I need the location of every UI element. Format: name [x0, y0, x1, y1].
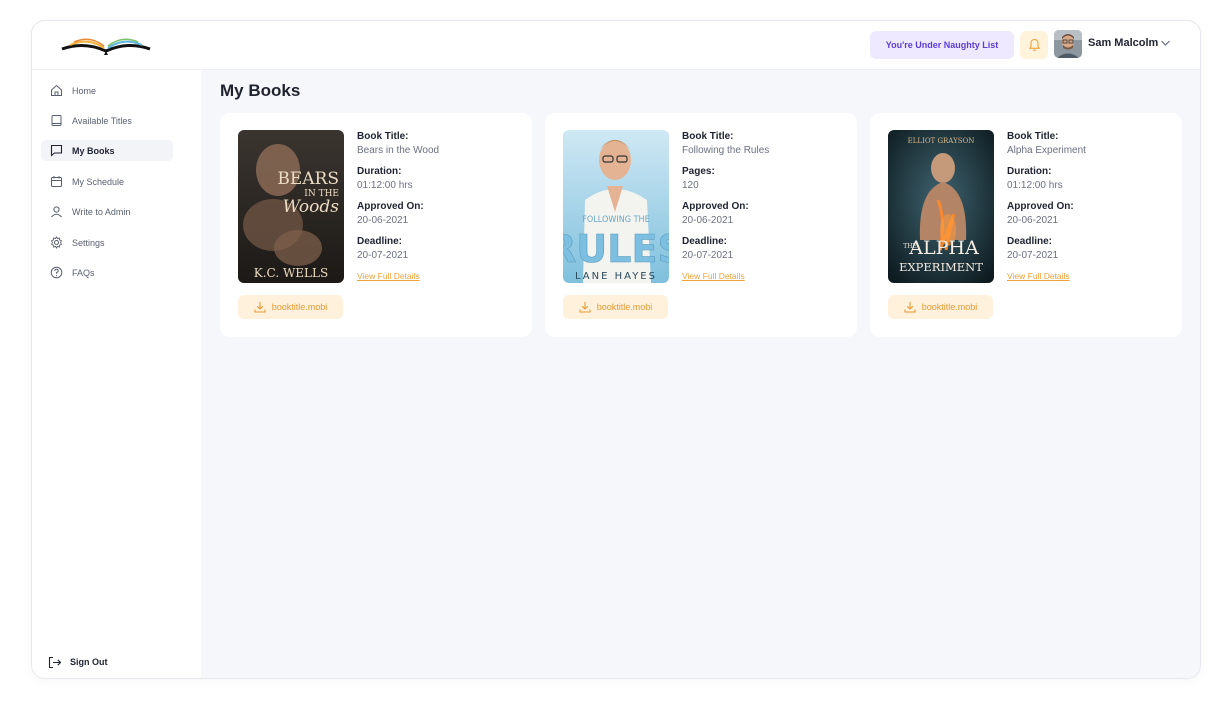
cover-subtitle: FOLLOWING THE: [582, 215, 650, 225]
avatar-image: [1054, 30, 1082, 58]
sidebar-item-available-titles[interactable]: Available Titles: [41, 110, 173, 131]
download-filename: booktitle.mobi: [596, 302, 653, 312]
user-icon: [49, 205, 63, 219]
book-info: Book Title: Alpha Experiment Duration: 0…: [1007, 130, 1172, 284]
calendar-icon: [49, 175, 63, 189]
field-label: Duration:: [1007, 166, 1052, 177]
sidebar-item-my-schedule[interactable]: My Schedule: [41, 171, 173, 192]
cover-subtitle: EXPERIMENT: [899, 260, 983, 274]
book-card: ELLIOT GRAYSON THE ALPHA EXPERIMENT Book…: [870, 113, 1182, 337]
status-badge[interactable]: You're Under Naughty List: [870, 31, 1014, 59]
field-label: Approved On:: [682, 201, 749, 212]
sidebar: Home Available Titles My Books My Schedu…: [32, 70, 201, 678]
field-value: Following the Rules: [682, 145, 770, 156]
field-value: 01:12:00 hrs: [1007, 180, 1063, 191]
sidebar-item-settings[interactable]: Settings: [41, 232, 173, 253]
open-book-logo[interactable]: [58, 33, 154, 57]
download-filename: booktitle.mobi: [921, 302, 978, 312]
download-filename: booktitle.mobi: [271, 302, 328, 312]
sidebar-item-label: Settings: [72, 237, 105, 248]
field-label: Duration:: [357, 166, 402, 177]
sidebar-item-label: My Books: [72, 145, 115, 156]
main-content: My Books BEARS IN THE Woods K.C. WELLS B…: [201, 70, 1200, 678]
field-value: 20-06-2021: [1007, 215, 1059, 226]
sidebar-item-label: My Schedule: [72, 176, 125, 187]
cover-title: ALPHA: [908, 237, 979, 259]
cover-author: ELLIOT GRAYSON: [908, 137, 975, 145]
field-value: 20-07-2021: [1007, 250, 1059, 261]
avatar[interactable]: [1054, 30, 1082, 58]
field-value: 20-07-2021: [357, 250, 409, 261]
cover-title: BEARS: [277, 169, 339, 189]
download-icon: [579, 301, 591, 313]
field-value: 120: [682, 180, 699, 191]
user-name[interactable]: Sam Malcolm: [1088, 37, 1158, 49]
sign-out-button[interactable]: Sign Out: [48, 654, 108, 670]
sidebar-item-my-books[interactable]: My Books: [41, 140, 173, 161]
download-button[interactable]: booktitle.mobi: [888, 295, 993, 319]
top-header: You're Under Naughty List Sam Malcolm: [32, 21, 1200, 70]
sign-out-label: Sign Out: [70, 657, 108, 667]
field-value: Bears in the Wood: [357, 145, 440, 156]
download-icon: [254, 301, 266, 313]
field-label: Approved On:: [1007, 201, 1074, 212]
field-value: 01:12:00 hrs: [357, 180, 413, 191]
page-title: My Books: [220, 81, 301, 100]
field-label: Book Title:: [357, 131, 409, 142]
logout-icon: [48, 656, 62, 669]
view-full-details-link[interactable]: View Full Details: [357, 270, 420, 282]
sidebar-item-label: Write to Admin: [72, 206, 131, 217]
notification-button[interactable]: [1020, 31, 1048, 59]
book-info: Book Title: Bears in the Wood Duration: …: [357, 130, 522, 284]
field-label: Book Title:: [682, 131, 734, 142]
gear-icon: [49, 236, 63, 250]
sidebar-item-write-to-admin[interactable]: Write to Admin: [41, 201, 173, 222]
chat-icon: [49, 144, 63, 158]
field-value: 20-06-2021: [682, 215, 734, 226]
sidebar-item-label: FAQs: [72, 267, 95, 278]
field-label: Deadline:: [1007, 236, 1053, 247]
cover-title: RULES: [563, 227, 669, 271]
book-cover[interactable]: FOLLOWING THE RULES LANE HAYES: [563, 130, 669, 283]
field-label: Deadline:: [357, 236, 403, 247]
app-window: You're Under Naughty List Sam Malcolm Ho…: [31, 20, 1201, 679]
book-info: Book Title: Following the Rules Pages: 1…: [682, 130, 847, 284]
view-full-details-link[interactable]: View Full Details: [682, 270, 745, 282]
field-label: Pages:: [682, 166, 715, 177]
book-cover[interactable]: BEARS IN THE Woods K.C. WELLS: [238, 130, 344, 283]
sidebar-item-label: Home: [72, 85, 97, 96]
question-icon: [49, 266, 63, 280]
view-full-details-link[interactable]: View Full Details: [1007, 270, 1070, 282]
download-button[interactable]: booktitle.mobi: [238, 295, 343, 319]
cover-author: K.C. WELLS: [254, 266, 328, 280]
cover-author: LANE HAYES: [575, 271, 657, 282]
cover-script: Woods: [283, 197, 340, 217]
home-icon: [49, 84, 63, 98]
field-label: Deadline:: [682, 236, 728, 247]
field-value: 20-06-2021: [357, 215, 409, 226]
field-label: Book Title:: [1007, 131, 1059, 142]
chevron-down-icon[interactable]: [1160, 39, 1171, 47]
sidebar-item-faqs[interactable]: FAQs: [41, 262, 173, 283]
field-value: Alpha Experiment: [1007, 145, 1086, 156]
field-value: 20-07-2021: [682, 250, 734, 261]
bell-icon: [1028, 38, 1040, 51]
book-card: BEARS IN THE Woods K.C. WELLS Book Title…: [220, 113, 532, 337]
sidebar-item-label: Available Titles: [72, 115, 132, 126]
book-cover[interactable]: ELLIOT GRAYSON THE ALPHA EXPERIMENT: [888, 130, 994, 283]
download-icon: [904, 301, 916, 313]
book-icon: [49, 114, 63, 128]
download-button[interactable]: booktitle.mobi: [563, 295, 668, 319]
book-card: FOLLOWING THE RULES LANE HAYES Book Titl…: [545, 113, 857, 337]
sidebar-item-home[interactable]: Home: [41, 80, 173, 101]
field-label: Approved On:: [357, 201, 424, 212]
